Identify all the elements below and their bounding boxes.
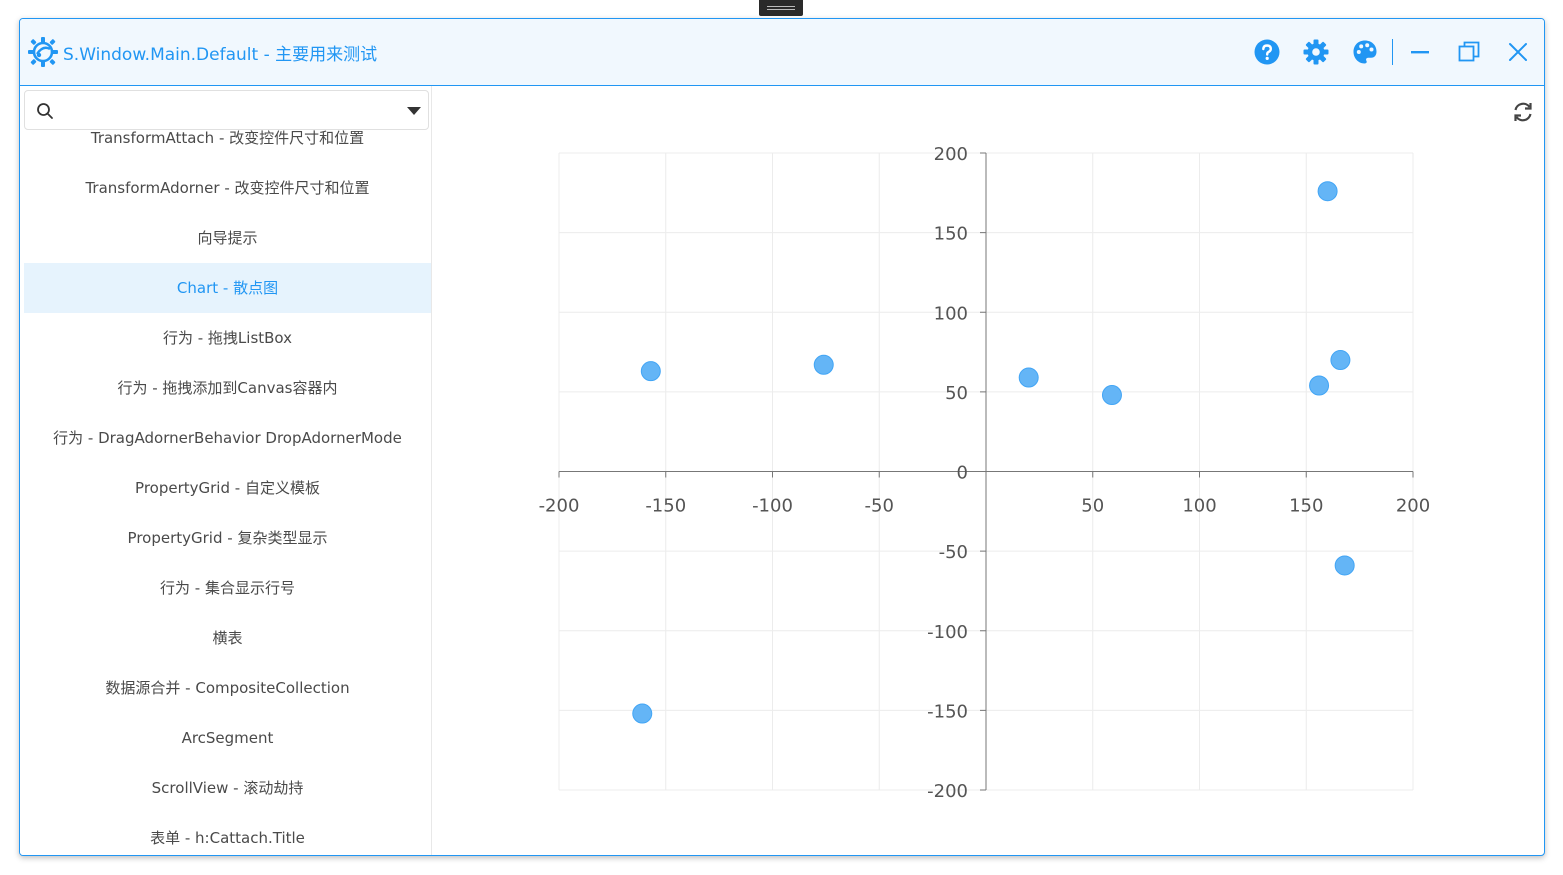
window-title: S.Window.Main.Default - 主要用来测试 xyxy=(63,45,378,65)
sidebar-item[interactable]: TransformAdorner - 改变控件尺寸和位置 xyxy=(24,163,431,213)
sidebar-item[interactable]: 行为 - 拖拽添加到Canvas容器内 xyxy=(24,363,431,413)
sidebar-item[interactable]: ScrollView - 滚动劫持 xyxy=(24,763,431,813)
sidebar-item[interactable]: PropertyGrid - 自定义模板 xyxy=(24,463,431,513)
search-box xyxy=(24,90,429,130)
sidebar-item[interactable]: 行为 - 拖拽ListBox xyxy=(24,313,431,363)
sidebar-item[interactable]: Chart - 散点图 xyxy=(24,263,431,313)
scatter-point xyxy=(1018,367,1039,388)
palette-icon[interactable] xyxy=(1352,39,1378,65)
search-icon[interactable] xyxy=(36,102,54,120)
sidebar-item[interactable]: 表单 - h:Cattach.Title xyxy=(24,813,431,855)
x-tick-label: -200 xyxy=(539,496,580,517)
sidebar-item[interactable]: 数据源合并 - CompositeCollection xyxy=(24,663,431,713)
x-tick-label: -100 xyxy=(752,496,793,517)
sidebar-item[interactable]: PropertyGrid - 复杂类型显示 xyxy=(24,513,431,563)
main-window: S.Window.Main.Default - 主要用来测试 Transform… xyxy=(19,18,1545,856)
chevron-down-icon[interactable] xyxy=(406,105,422,117)
scatter-point xyxy=(1101,385,1122,406)
scatter-point xyxy=(632,703,653,724)
x-tick-label: 50 xyxy=(1081,496,1104,517)
x-tick-label: -50 xyxy=(865,496,894,517)
sidebar-item[interactable]: ArcSegment xyxy=(24,713,431,763)
scatter-point xyxy=(1309,375,1330,396)
scatter-point xyxy=(813,354,834,375)
y-tick-label: 150 xyxy=(934,224,968,245)
x-tick-label: 100 xyxy=(1182,496,1216,517)
gear-app-icon xyxy=(28,37,58,67)
sidebar-item[interactable]: 行为 - DragAdornerBehavior DropAdornerMode xyxy=(24,413,431,463)
x-tick-label: -150 xyxy=(645,496,686,517)
main-content: -200 -150 -100 -50 50 100 150 200 200 150 100 50 0 -5… xyxy=(432,86,1544,855)
scatter-point xyxy=(1334,555,1355,576)
sidebar-item[interactable]: 横表 xyxy=(24,613,431,663)
close-icon[interactable] xyxy=(1505,39,1531,65)
sidebar-item[interactable]: 向导提示 xyxy=(24,213,431,263)
help-icon[interactable] xyxy=(1254,39,1280,65)
y-tick-label: -150 xyxy=(927,701,968,722)
title-bar[interactable]: S.Window.Main.Default - 主要用来测试 xyxy=(20,19,1544,86)
search-input[interactable] xyxy=(61,97,395,125)
x-tick-label: 150 xyxy=(1289,496,1323,517)
scatter-point xyxy=(1330,350,1351,371)
settings-icon[interactable] xyxy=(1303,39,1329,65)
y-tick-label: 0 xyxy=(957,463,968,484)
window-drag-handle[interactable] xyxy=(759,0,803,16)
scatter-chart: -200 -150 -100 -50 50 100 150 200 200 150 100 50 0 -5… xyxy=(539,144,1431,802)
title-bar-separator xyxy=(1392,39,1393,65)
y-tick-label: -200 xyxy=(927,781,968,802)
y-tick-label: 50 xyxy=(945,383,968,404)
y-tick-label: 100 xyxy=(934,303,968,324)
minimize-icon[interactable] xyxy=(1407,39,1433,65)
restore-icon[interactable] xyxy=(1456,39,1482,65)
sidebar-item[interactable]: 行为 - 集合显示行号 xyxy=(24,563,431,613)
y-tick-label: -50 xyxy=(939,542,968,563)
scatter-point xyxy=(640,361,661,382)
sidebar: TransformAttach - 改变控件尺寸和位置 TransformAdor… xyxy=(20,86,432,855)
y-tick-label: 200 xyxy=(934,144,968,165)
scatter-point xyxy=(1317,181,1338,202)
y-tick-label: -100 xyxy=(927,622,968,643)
x-tick-label: 200 xyxy=(1396,496,1430,517)
sidebar-list[interactable]: TransformAttach - 改变控件尺寸和位置 TransformAdor… xyxy=(24,113,431,855)
